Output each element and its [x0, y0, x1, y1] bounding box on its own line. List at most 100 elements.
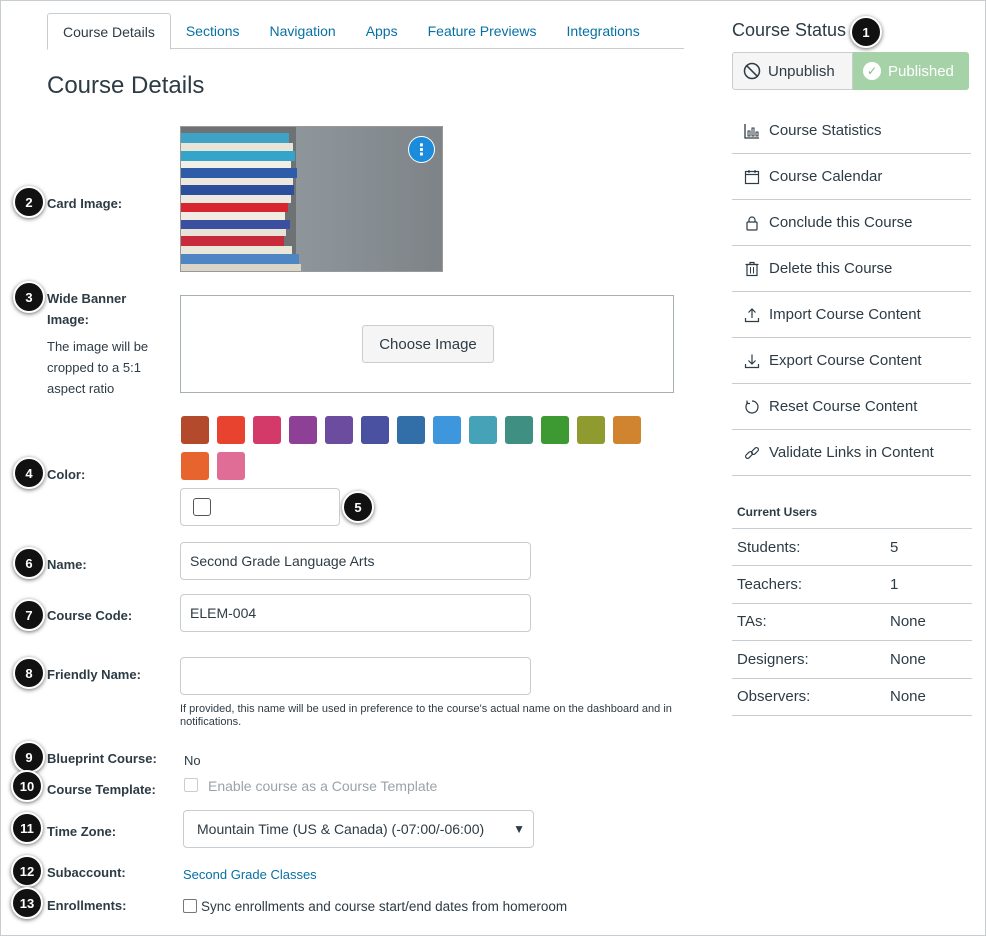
- tab-course-details[interactable]: Course Details: [47, 13, 171, 50]
- color-swatch-8[interactable]: [433, 416, 461, 444]
- published-button[interactable]: ✓ Published: [853, 52, 969, 90]
- blueprint-value: No: [184, 753, 201, 768]
- subaccount-link[interactable]: Second Grade Classes: [183, 867, 317, 882]
- settings-tabs: Course Details Sections Navigation Apps …: [47, 13, 684, 50]
- action-reset-content[interactable]: Reset Course Content: [732, 384, 971, 430]
- choose-image-button[interactable]: Choose Image: [362, 325, 494, 363]
- course-code-label: Course Code:: [47, 608, 133, 623]
- color-swatch-10[interactable]: [505, 416, 533, 444]
- color-swatch-7[interactable]: [397, 416, 425, 444]
- color-swatch-9[interactable]: [469, 416, 497, 444]
- callout-5: 5: [342, 491, 374, 523]
- name-input[interactable]: Second Grade Language Arts: [180, 542, 531, 580]
- tab-apps[interactable]: Apps: [351, 13, 413, 49]
- enrollments-sync-checkbox[interactable]: [183, 899, 197, 913]
- callout-4: 4: [13, 457, 45, 489]
- course-template-checkbox-label: Enable course as a Course Template: [208, 778, 438, 794]
- action-label: Course Calendar: [769, 168, 883, 185]
- color-swatch-15[interactable]: [217, 452, 245, 480]
- page-title: Course Details: [47, 72, 205, 99]
- upload-icon: [743, 306, 760, 323]
- color-swatch-12[interactable]: [577, 416, 605, 444]
- callout-1: 1: [850, 16, 882, 48]
- action-delete-course[interactable]: Delete this Course: [732, 246, 971, 292]
- course-template-checkbox[interactable]: [184, 778, 198, 792]
- banner-label-line1: Wide Banner: [47, 291, 127, 306]
- action-label: Export Course Content: [769, 352, 922, 369]
- color-swatch-5[interactable]: [325, 416, 353, 444]
- current-users-title: Current Users: [737, 505, 818, 519]
- published-label: Published: [888, 62, 954, 80]
- action-label: Reset Course Content: [769, 398, 918, 415]
- course-template-label: Course Template:: [47, 782, 156, 797]
- color-swatch-1[interactable]: [181, 416, 209, 444]
- friendly-name-help: If provided, this name will be used in p…: [180, 703, 672, 728]
- color-swatches: [181, 416, 661, 480]
- enrollments-label: Enrollments:: [47, 898, 127, 913]
- action-label: Delete this Course: [769, 260, 893, 277]
- callout-11: 11: [11, 812, 43, 844]
- tab-integrations[interactable]: Integrations: [552, 13, 655, 49]
- unpublish-label: Unpublish: [768, 62, 835, 80]
- card-image-label: Card Image:: [47, 196, 123, 211]
- user-role: Students:: [737, 538, 801, 556]
- name-label: Name:: [47, 557, 87, 572]
- color-preview-checkbox[interactable]: [193, 498, 211, 516]
- action-course-calendar[interactable]: Course Calendar: [732, 154, 971, 200]
- callout-10: 10: [11, 770, 43, 802]
- callout-8: 8: [13, 657, 45, 689]
- color-swatch-3[interactable]: [253, 416, 281, 444]
- action-label: Conclude this Course: [769, 214, 913, 231]
- users-row-tas: TAs: None: [732, 604, 972, 642]
- time-zone-value: Mountain Time (US & Canada) (-07:00/-06:…: [197, 821, 485, 837]
- banner-label-line2: Image:: [47, 312, 89, 327]
- color-swatch-4[interactable]: [289, 416, 317, 444]
- action-conclude-course[interactable]: Conclude this Course: [732, 200, 971, 246]
- callout-2: 2: [13, 186, 45, 218]
- user-role: Designers:: [737, 650, 809, 668]
- color-swatch-6[interactable]: [361, 416, 389, 444]
- friendly-name-input[interactable]: [180, 657, 531, 695]
- subaccount-label: Subaccount:: [47, 865, 126, 880]
- action-import-content[interactable]: Import Course Content: [732, 292, 971, 338]
- user-role: TAs:: [737, 613, 767, 631]
- action-label: Import Course Content: [769, 306, 921, 323]
- calendar-icon: [743, 168, 760, 185]
- books-illustration: [181, 127, 301, 271]
- statistics-icon: [743, 122, 760, 139]
- action-validate-links[interactable]: Validate Links in Content: [732, 430, 971, 476]
- callout-3: 3: [13, 281, 45, 313]
- user-count: 5: [890, 538, 899, 556]
- action-export-content[interactable]: Export Course Content: [732, 338, 971, 384]
- unpublish-icon: [743, 62, 761, 80]
- color-swatch-13[interactable]: [613, 416, 641, 444]
- tab-sections[interactable]: Sections: [171, 13, 255, 49]
- banner-help-text: The image will be cropped to a 5:1 aspec…: [47, 339, 149, 396]
- action-label: Course Statistics: [769, 122, 882, 139]
- action-label: Validate Links in Content: [769, 444, 934, 461]
- user-count: 1: [890, 576, 899, 594]
- course-actions-list: Course Statistics Course Calendar Conclu…: [732, 108, 971, 476]
- color-swatch-14[interactable]: [181, 452, 209, 480]
- unpublish-button[interactable]: Unpublish: [732, 52, 853, 90]
- card-image[interactable]: ⋮: [180, 126, 443, 272]
- color-label: Color:: [47, 467, 86, 482]
- reset-icon: [743, 398, 760, 415]
- callout-6: 6: [13, 547, 45, 579]
- callout-7: 7: [13, 599, 45, 631]
- custom-color-input[interactable]: [180, 488, 340, 526]
- color-swatch-11[interactable]: [541, 416, 569, 444]
- callout-12: 12: [11, 855, 43, 887]
- user-role: Teachers:: [737, 576, 803, 594]
- tab-feature-previews[interactable]: Feature Previews: [413, 13, 552, 49]
- banner-drop-area: Choose Image: [180, 295, 674, 393]
- kebab-vertical-icon[interactable]: ⋮: [408, 136, 435, 163]
- action-course-statistics[interactable]: Course Statistics: [732, 108, 971, 154]
- color-swatch-2[interactable]: [217, 416, 245, 444]
- users-row-students: Students: 5: [732, 529, 972, 567]
- tab-navigation[interactable]: Navigation: [255, 13, 351, 49]
- course-code-input[interactable]: ELEM-004: [180, 594, 531, 632]
- trash-icon: [743, 260, 760, 277]
- time-zone-select[interactable]: Mountain Time (US & Canada) (-07:00/-06:…: [183, 810, 534, 848]
- chevron-down-icon: ▼: [513, 822, 525, 836]
